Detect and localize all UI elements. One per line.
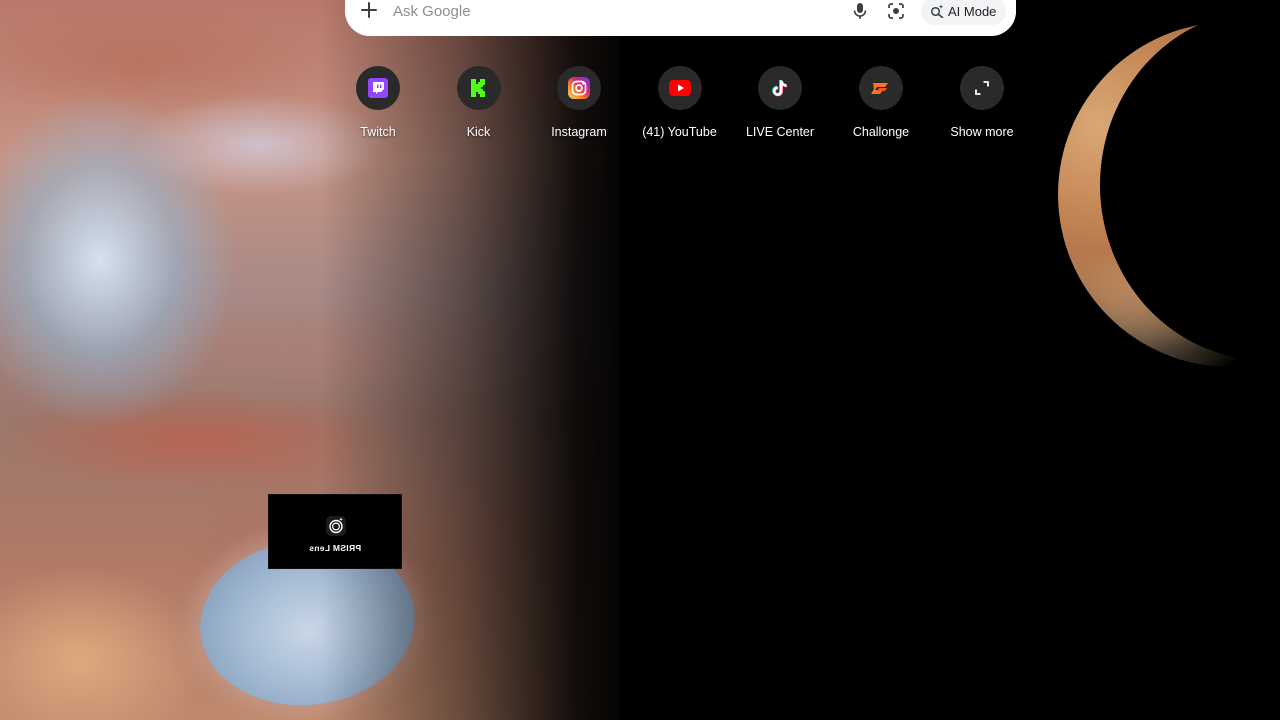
shortcut-show-more[interactable]: Show more: [932, 64, 1032, 148]
twitch-icon: [356, 66, 400, 110]
camera-lens-icon: [325, 515, 347, 537]
google-lens-icon[interactable]: [887, 2, 905, 20]
instagram-icon: [557, 66, 601, 110]
plus-icon[interactable]: [360, 1, 378, 19]
microphone-icon[interactable]: [851, 2, 869, 20]
shortcut-challonge[interactable]: Challonge: [831, 64, 931, 148]
shortcut-label: Twitch: [360, 125, 396, 139]
shortcut-label: LIVE Center: [745, 125, 815, 139]
search-box-inner: AI Mode: [345, 0, 1016, 36]
shortcut-label: Instagram: [551, 125, 607, 139]
ai-mode-button[interactable]: AI Mode: [921, 0, 1007, 25]
shortcut-live-center[interactable]: LIVE Center: [730, 64, 830, 148]
prism-lens-overlay: PRISM Lens: [268, 494, 402, 569]
kick-icon: [456, 66, 501, 110]
shortcut-twitch[interactable]: Twitch: [328, 64, 428, 148]
search-input[interactable]: [391, 0, 815, 24]
shortcut-instagram[interactable]: Instagram: [529, 64, 629, 148]
new-tab-page: AI Mode Twitch Kick: [0, 0, 1280, 720]
shortcut-label: Challonge: [852, 125, 910, 139]
youtube-icon: [657, 66, 702, 110]
shortcut-label: Show more: [950, 125, 1014, 139]
challonge-icon: [859, 66, 903, 110]
shortcut-label: Kick: [466, 125, 491, 139]
shortcut-label: (41) YouTube: [642, 125, 717, 139]
tiktok-icon: [758, 66, 802, 110]
sparkle-search-icon: [930, 4, 944, 18]
shortcut-kick[interactable]: Kick: [429, 64, 529, 148]
ai-mode-label: AI Mode: [948, 3, 997, 19]
expand-icon: [960, 66, 1004, 110]
shortcut-youtube[interactable]: (41) YouTube: [630, 64, 730, 148]
shortcuts-grid: Twitch Kick Instagram (41) YouTube LIVE …: [328, 64, 1033, 154]
prism-lens-label: PRISM Lens: [308, 543, 362, 553]
search-box: AI Mode: [345, 0, 1016, 36]
